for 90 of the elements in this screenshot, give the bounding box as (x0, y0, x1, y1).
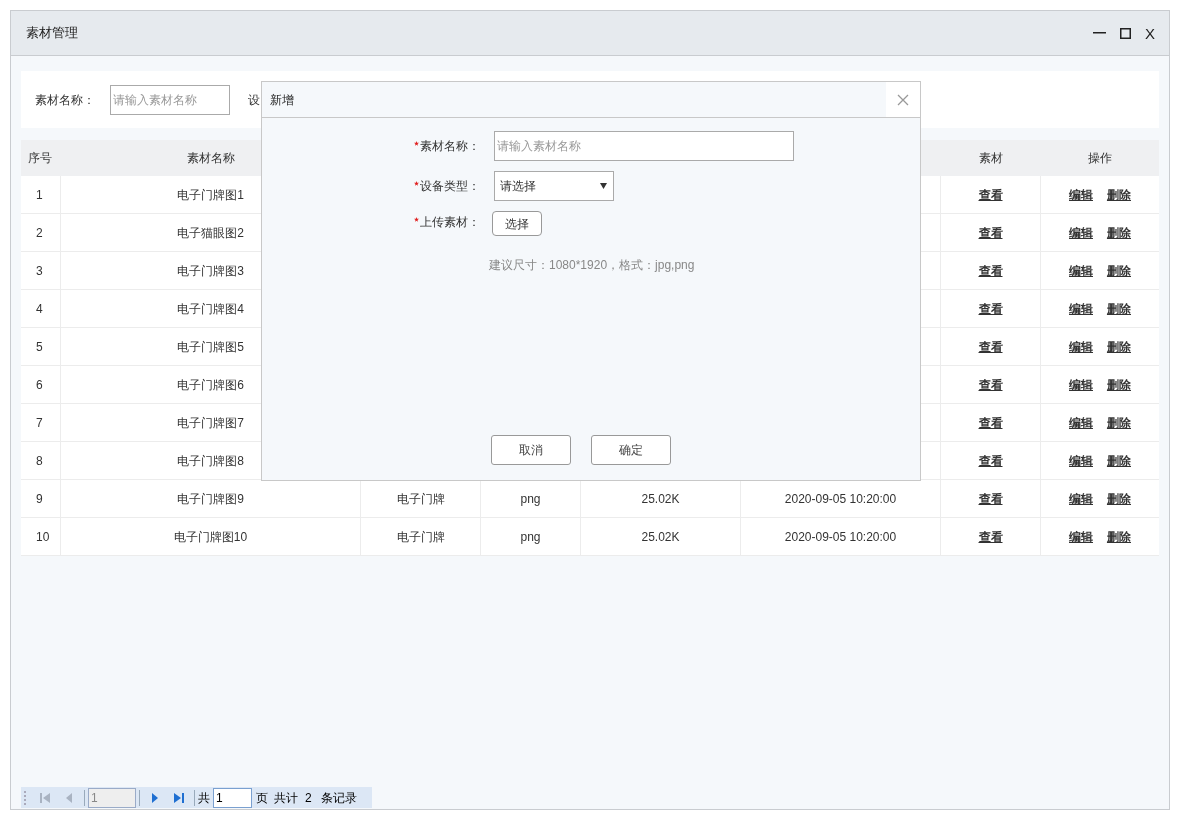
delete-link[interactable]: 删除 (1107, 223, 1131, 242)
edit-link[interactable]: 编辑 (1069, 375, 1093, 394)
table-cell-text: 电子门牌 (396, 490, 445, 508)
table-cell-text: 25.02K (641, 490, 680, 508)
view-link[interactable]: 查看 (978, 299, 1003, 318)
table-cell-text: 9 (36, 490, 43, 508)
edit-link[interactable]: 编辑 (1069, 261, 1093, 280)
edit-link[interactable]: 编辑 (1069, 527, 1093, 546)
delete-link[interactable]: 删除 (1107, 261, 1131, 280)
view-link[interactable]: 查看 (978, 185, 1003, 204)
delete-link[interactable]: 删除 (1107, 375, 1131, 394)
pager-label: 条记录 (320, 789, 357, 807)
input-field[interactable]: 请输入素材名称 (494, 131, 794, 161)
first-page-icon (39, 791, 51, 804)
cancel-button[interactable]: 取消 (491, 435, 571, 465)
confirm-button[interactable]: 确定 (591, 435, 671, 465)
table-cell-text: 1 (36, 186, 43, 204)
table-cell-text: 电子门牌图9 (177, 490, 244, 508)
delete-link[interactable]: 删除 (1107, 451, 1131, 470)
edit-link[interactable]: 编辑 (1069, 489, 1093, 508)
page-count-field[interactable]: 1 (213, 787, 252, 808)
table-cell-text: 4 (36, 300, 43, 318)
dropdown[interactable]: 请选择 (494, 171, 614, 201)
table-cell-text: 电子门牌图3 (177, 262, 244, 280)
table-cell-text: png (520, 490, 541, 508)
delete-link[interactable]: 删除 (1107, 489, 1131, 508)
minimize-icon[interactable] (1093, 32, 1106, 34)
field-label: 上传素材： (420, 214, 480, 231)
search-field[interactable]: 请输入素材名称 (110, 84, 230, 115)
table-cell-text: 电子门牌 (396, 528, 445, 546)
last-page-icon (173, 791, 185, 804)
record-count: 2 (305, 789, 312, 807)
delete-link[interactable]: 删除 (1107, 413, 1131, 432)
caret-icon (600, 183, 607, 189)
column-header: 素材名称 (187, 150, 235, 167)
table-cell-text: 8 (36, 452, 43, 470)
view-link[interactable]: 查看 (978, 223, 1003, 242)
pager-label: 共计 (274, 789, 298, 807)
table-cell-text: 电子门牌图5 (177, 338, 244, 356)
table-cell-text: 电子猫眼图2 (177, 224, 244, 242)
column-header: 操作 (1088, 150, 1112, 167)
table-cell-text: 2020-09-05 10:20:00 (784, 490, 897, 508)
view-link[interactable]: 查看 (978, 413, 1003, 432)
pager-label: 共 (198, 789, 210, 807)
grip-icon (24, 790, 27, 805)
maximize-icon[interactable] (1120, 27, 1131, 39)
edit-link[interactable]: 编辑 (1069, 337, 1093, 356)
field-label: 设备类型： (420, 178, 480, 195)
table-cell-text: 电子门牌图10 (173, 528, 248, 546)
column-header: 素材 (979, 150, 1003, 167)
table-cell-text: 2 (36, 224, 43, 242)
column-header: 序号 (28, 150, 52, 167)
table-cell-text: 电子门牌图8 (177, 452, 244, 470)
view-link[interactable]: 查看 (978, 261, 1003, 280)
dialog-title: 新增 (270, 91, 294, 109)
pager-label: 页 (256, 789, 268, 807)
table-cell-text: 6 (36, 376, 43, 394)
delete-link[interactable]: 删除 (1107, 337, 1131, 356)
delete-link[interactable]: 删除 (1107, 299, 1131, 318)
field-label: 素材名称： (35, 91, 96, 109)
edit-link[interactable]: 编辑 (1069, 299, 1093, 318)
edit-link[interactable]: 编辑 (1069, 185, 1093, 204)
edit-link[interactable]: 编辑 (1069, 413, 1093, 432)
view-link[interactable]: 查看 (978, 375, 1003, 394)
table-cell-text: 2020-09-05 10:20:00 (784, 528, 897, 546)
close-button[interactable]: X (1145, 25, 1155, 41)
table-cell-text: 电子门牌图6 (177, 376, 244, 394)
table-cell-text: 电子门牌图4 (177, 300, 244, 318)
table-cell-text: 电子门牌图1 (177, 186, 244, 204)
delete-link[interactable]: 删除 (1107, 185, 1131, 204)
table-cell-text: 25.02K (641, 528, 680, 546)
view-link[interactable]: 查看 (978, 527, 1003, 546)
view-link[interactable]: 查看 (978, 489, 1003, 508)
table-cell-text: png (520, 528, 541, 546)
field-label: 设 (248, 91, 260, 109)
field-label: 素材名称： (420, 138, 480, 155)
view-link[interactable]: 查看 (978, 451, 1003, 470)
select-button[interactable]: 选择 (492, 211, 542, 236)
delete-link[interactable]: 删除 (1107, 527, 1131, 546)
view-link[interactable]: 查看 (978, 337, 1003, 356)
close-icon (897, 93, 909, 106)
table-cell-text: 7 (36, 414, 43, 432)
hint-text: 建议尺寸：1080*1920，格式：jpg,png (489, 257, 696, 274)
table-cell-text: 3 (36, 262, 43, 280)
table-cell-text: 5 (36, 338, 43, 356)
table-cell-text: 电子门牌图7 (177, 414, 244, 432)
edit-link[interactable]: 编辑 (1069, 223, 1093, 242)
table-cell-text: 10 (36, 528, 50, 546)
edit-link[interactable]: 编辑 (1069, 451, 1093, 470)
window-title: 素材管理 (26, 24, 78, 43)
